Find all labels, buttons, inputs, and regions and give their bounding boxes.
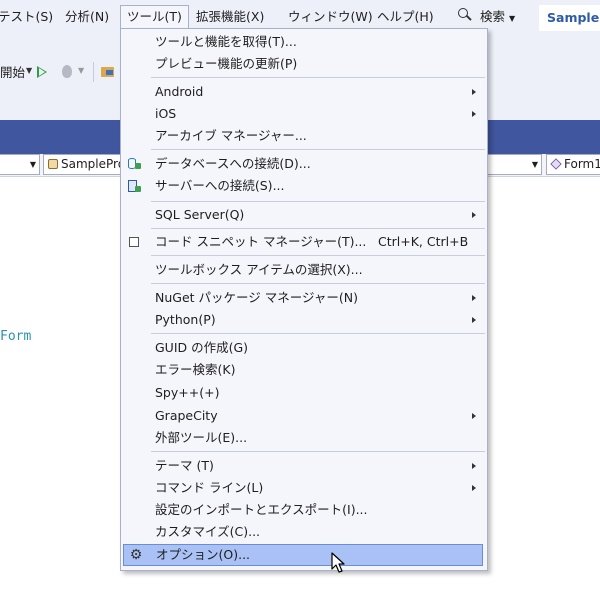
menu-window[interactable]: ウィンドウ(W) [284, 6, 377, 28]
menu-separator [151, 228, 485, 229]
csharp-project-icon [48, 159, 58, 169]
menu-item-grapecity[interactable]: GrapeCity [122, 405, 486, 427]
tools-menu-dropdown: ツールと機能を取得(T)... プレビュー機能の更新(P) Android iO… [120, 28, 488, 571]
menu-item-label: テーマ (T) [155, 458, 214, 473]
menu-item-label: GrapeCity [155, 408, 218, 423]
play-icon[interactable] [37, 66, 47, 78]
menu-item-label: iOS [155, 106, 177, 121]
chevron-down-icon[interactable]: ▼ [78, 66, 84, 75]
menu-item-python[interactable]: Python(P) [122, 309, 486, 331]
mouse-cursor-icon [331, 552, 345, 573]
menu-item-connect-server[interactable]: サーバーへの接続(S)... [122, 175, 486, 197]
menu-item-options[interactable]: ⚙ オプション(O)... [123, 544, 483, 566]
submenu-arrow-icon [472, 463, 476, 469]
menu-item-label: コマンド ライン(L) [155, 480, 264, 495]
menu-item-ios[interactable]: iOS [122, 103, 486, 125]
menu-item-label: ツールと機能を取得(T)... [155, 34, 297, 49]
menu-item-archive-manager[interactable]: アーカイブ マネージャー... [122, 125, 486, 147]
menu-item-import-export-settings[interactable]: 設定のインポートとエクスポート(I)... [122, 499, 486, 521]
menu-item-nuget[interactable]: NuGet パッケージ マネージャー(N) [122, 287, 486, 309]
menu-analyze[interactable]: 分析(N) [61, 6, 113, 28]
menu-separator [151, 451, 485, 452]
menu-item-label: Python(P) [155, 312, 216, 327]
menu-item-label: GUID の作成(G) [155, 340, 249, 355]
menu-item-connect-database[interactable]: データベースへの接続(D)... [122, 153, 486, 175]
solution-name: SampleProject [539, 5, 600, 31]
menu-item-label: SQL Server(Q) [155, 207, 245, 222]
code-snippet-icon [127, 235, 141, 249]
menu-help[interactable]: ヘルプ(H) [373, 6, 438, 28]
submenu-arrow-icon [472, 111, 476, 117]
menu-item-external-tools[interactable]: 外部ツール(E)... [122, 427, 486, 449]
menu-item-label: Android [155, 84, 204, 99]
search-icon[interactable] [458, 8, 468, 18]
chevron-down-icon[interactable]: ▼ [26, 66, 32, 75]
menu-item-label: Spy++(+) [155, 385, 220, 400]
menu-item-label: プレビュー機能の更新(P) [155, 56, 298, 71]
menu-item-code-snippet-manager[interactable]: コード スニペット マネージャー(T)... Ctrl+K, Ctrl+B [122, 231, 486, 253]
submenu-arrow-icon [472, 413, 476, 419]
submenu-arrow-icon [472, 89, 476, 95]
start-button-label[interactable]: 開始 [0, 62, 25, 81]
class-combo[interactable]: Form1 [546, 154, 600, 175]
server-connect-icon [127, 179, 141, 193]
menu-item-label: アーカイブ マネージャー... [155, 128, 307, 143]
search-label: 検索 [480, 9, 506, 24]
menu-item-shortcut: Ctrl+K, Ctrl+B [378, 234, 469, 249]
submenu-arrow-icon [472, 295, 476, 301]
menu-test[interactable]: テスト(S) [0, 6, 57, 28]
menu-separator [151, 333, 485, 334]
class-combo-label: Form1 [564, 157, 600, 171]
menu-item-command-line[interactable]: コマンド ライン(L) [122, 477, 486, 499]
submenu-arrow-icon [472, 212, 476, 218]
menu-separator [151, 149, 485, 150]
menu-item-label: ツールボックス アイテムの選択(X)... [155, 262, 363, 277]
menu-item-sql-server[interactable]: SQL Server(Q) [122, 204, 486, 226]
menu-item-label: データベースへの接続(D)... [155, 156, 311, 171]
menu-separator [151, 255, 485, 256]
menu-item-label: NuGet パッケージ マネージャー(N) [155, 290, 358, 305]
menu-item-label: サーバーへの接続(S)... [155, 178, 285, 193]
gear-icon: ⚙ [129, 547, 143, 563]
search-button[interactable]: 検索 ▼ [476, 6, 519, 28]
menu-item-error-lookup[interactable]: エラー検索(K) [122, 359, 486, 381]
menu-item-label: エラー検索(K) [155, 362, 236, 377]
chevron-down-icon: ▼ [29, 160, 36, 169]
menu-separator [151, 201, 485, 202]
menu-item-label: 外部ツール(E)... [155, 430, 248, 445]
menu-item-customize[interactable]: カスタマイズ(C)... [122, 521, 486, 543]
menu-item-label: カスタマイズ(C)... [155, 524, 261, 539]
folder-icon[interactable] [101, 67, 114, 77]
database-connect-icon [127, 157, 141, 171]
menu-item-android[interactable]: Android [122, 81, 486, 103]
menu-item-label: 設定のインポートとエクスポート(I)... [155, 502, 368, 517]
menu-item-create-guid[interactable]: GUID の作成(G) [122, 337, 486, 359]
hot-reload-icon[interactable] [62, 65, 72, 78]
chevron-down-icon: ▼ [531, 160, 538, 169]
menu-item-choose-toolbox-items[interactable]: ツールボックス アイテムの選択(X)... [122, 259, 486, 281]
scope-combo[interactable]: ▼ [0, 154, 40, 175]
menu-item-theme[interactable]: テーマ (T) [122, 455, 486, 477]
menu-item-label: コード スニペット マネージャー(T)... [155, 234, 367, 249]
menu-item-label: オプション(O)... [156, 547, 251, 562]
class-icon [550, 158, 562, 170]
menu-item-preview-features[interactable]: プレビュー機能の更新(P) [122, 53, 486, 75]
menu-tools[interactable]: ツール(T) [120, 5, 189, 29]
code-editor-text[interactable]: Form [0, 329, 31, 344]
toolbar-separator [93, 62, 94, 82]
menu-item-spy[interactable]: Spy++(+) [122, 382, 486, 404]
menu-separator [151, 283, 485, 284]
menu-extensions[interactable]: 拡張機能(X) [192, 6, 268, 28]
submenu-arrow-icon [472, 317, 476, 323]
submenu-arrow-icon [472, 485, 476, 491]
menu-separator [151, 77, 485, 78]
menu-item-get-tools[interactable]: ツールと機能を取得(T)... [122, 31, 486, 53]
member-combo[interactable]: ▼ [487, 154, 542, 175]
chevron-down-icon: ▼ [509, 14, 516, 23]
